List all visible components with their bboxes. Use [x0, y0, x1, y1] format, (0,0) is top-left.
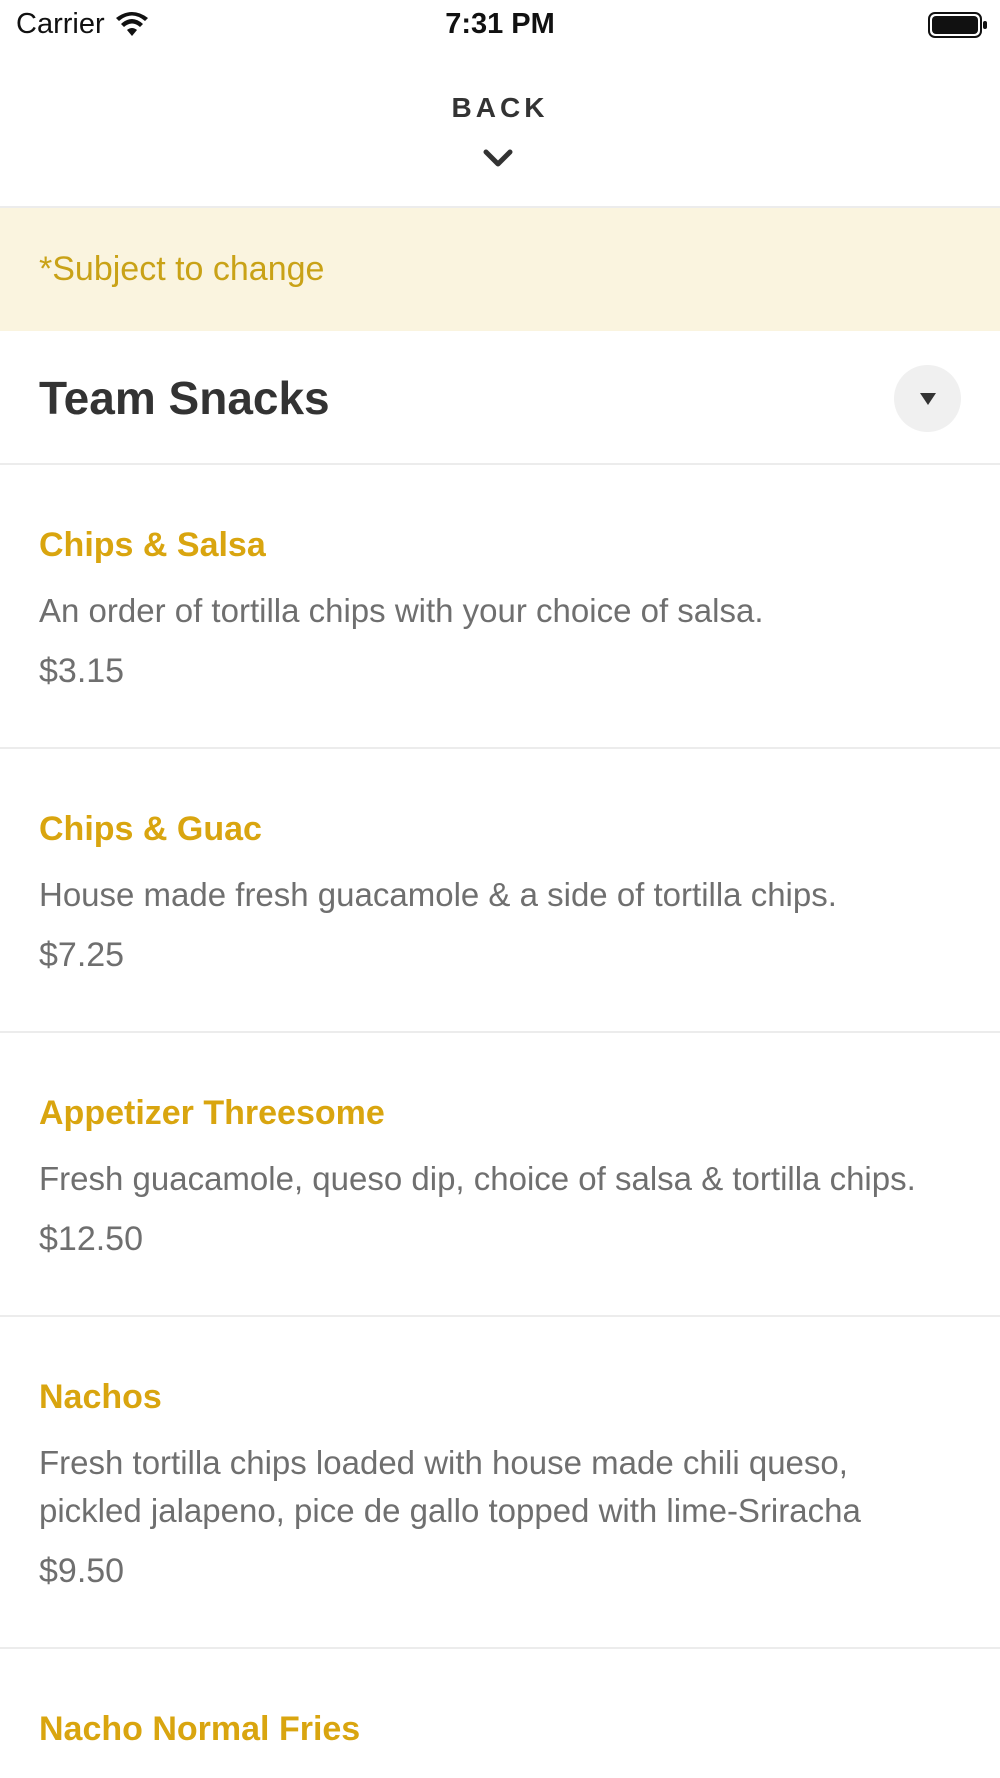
menu-item-name: Appetizer Threesome: [39, 1094, 385, 1132]
status-time: 7:31 PM: [445, 8, 555, 40]
section-dropdown-button[interactable]: [894, 365, 961, 432]
menu-list: Chips & Salsa An order of tortilla chips…: [0, 465, 1000, 1778]
menu-item-price: $9.50: [39, 1552, 125, 1590]
menu-item-description: House made fresh guacamole & a side of t…: [39, 876, 837, 913]
notice-banner: *Subject to change: [0, 208, 1000, 331]
menu-item-price: $7.25: [39, 936, 125, 974]
back-header[interactable]: BACK: [0, 52, 1000, 208]
menu-item[interactable]: Chips & Salsa An order of tortilla chips…: [0, 465, 1000, 749]
status-bar: Carrier 7:31 PM: [0, 0, 1000, 52]
menu-item-name: Chips & Guac: [39, 810, 262, 848]
menu-item[interactable]: Nacho Normal Fries: [0, 1649, 1000, 1778]
menu-item-description: An order of tortilla chips with your cho…: [39, 592, 764, 629]
section-header[interactable]: Team Snacks: [0, 331, 1000, 465]
section-title: Team Snacks: [39, 372, 330, 424]
battery-icon: [928, 12, 987, 38]
caret-down-icon: [919, 392, 936, 405]
menu-item-description: Fresh guacamole, queso dip, choice of sa…: [39, 1160, 916, 1197]
menu-item-name: Chips & Salsa: [39, 526, 266, 564]
menu-item-description: Fresh tortilla chips loaded with house m…: [39, 1444, 861, 1529]
screen: Carrier 7:31 PM BACK *Subject to change …: [0, 0, 1000, 1778]
menu-item-price: $12.50: [39, 1220, 143, 1258]
menu-item[interactable]: Appetizer Threesome Fresh guacamole, que…: [0, 1033, 1000, 1317]
menu-item-price: $3.15: [39, 652, 125, 690]
notice-text: *Subject to change: [39, 250, 325, 288]
menu-item-name: Nachos: [39, 1378, 162, 1416]
menu-item[interactable]: Nachos Fresh tortilla chips loaded with …: [0, 1317, 1000, 1649]
menu-item[interactable]: Chips & Guac House made fresh guacamole …: [0, 749, 1000, 1033]
menu-item-name: Nacho Normal Fries: [39, 1710, 361, 1748]
chevron-down-icon[interactable]: [483, 148, 513, 168]
back-button[interactable]: BACK: [0, 92, 1000, 124]
